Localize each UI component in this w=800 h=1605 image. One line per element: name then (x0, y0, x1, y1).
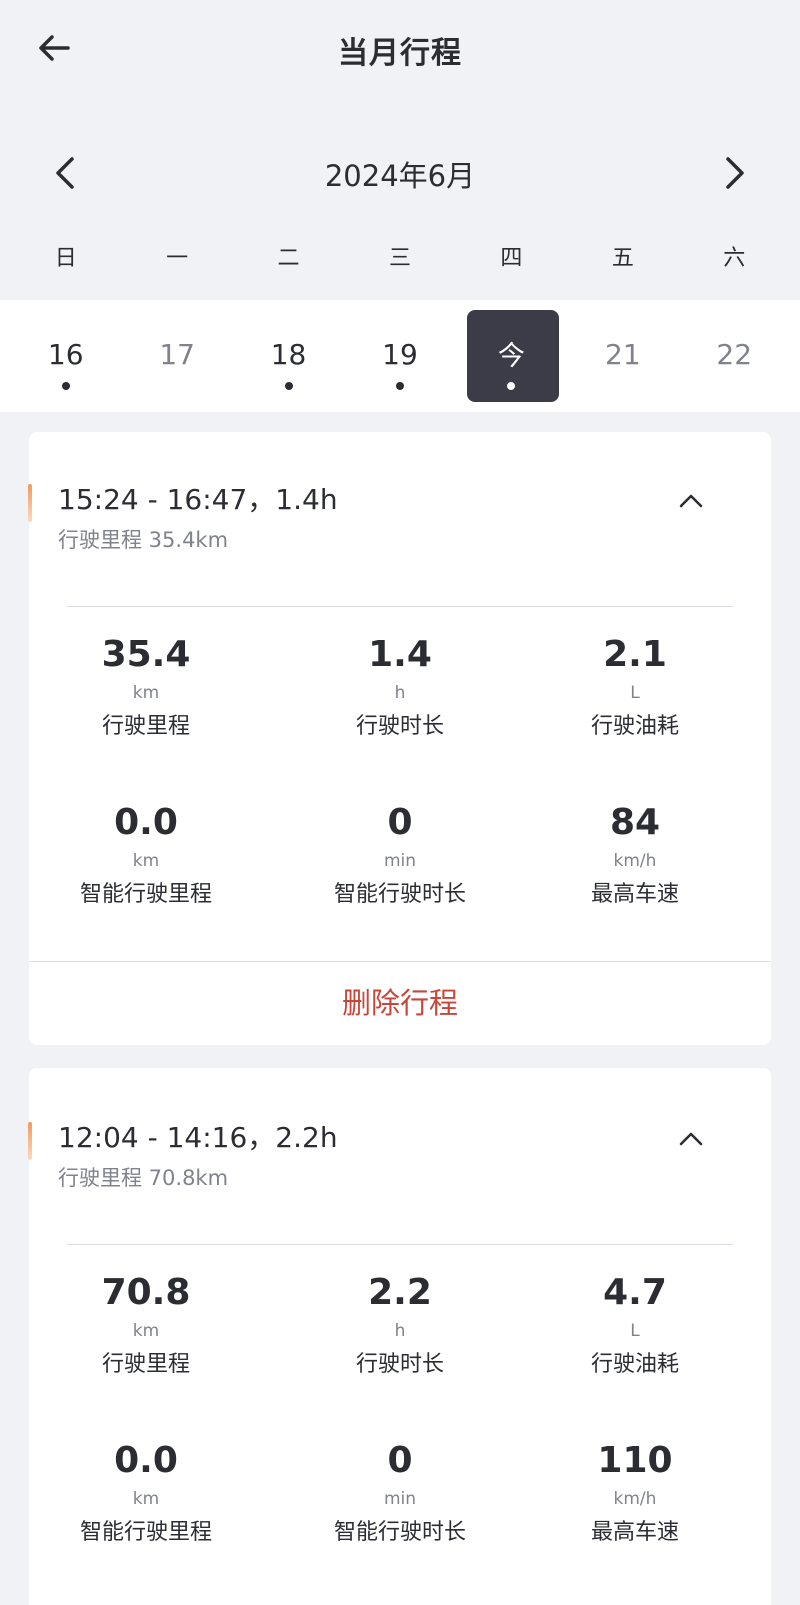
stat-value: 84 (609, 802, 661, 843)
stat-unit: min (383, 1489, 417, 1509)
stat-unit: min (383, 851, 417, 871)
weekday-label: 日 (54, 246, 77, 271)
date-number: 今 (497, 341, 525, 372)
stat-max-speed: 84 km/h 最高车速 (515, 800, 755, 910)
month-navigation: 2024年6月 (0, 145, 800, 201)
weekday-label: 一 (166, 246, 189, 271)
date-cell[interactable]: 17 (121, 300, 232, 412)
trip-accent-bar (28, 1122, 32, 1160)
stat-label: 智能行驶时长 (333, 882, 466, 907)
divider (67, 1244, 733, 1245)
stat-max-speed: 110 km/h 最高车速 (515, 1438, 755, 1548)
stat-value: 0 (387, 1440, 413, 1481)
stat-value: 70.8 (101, 1272, 191, 1313)
stat-label: 行驶油耗 (590, 1352, 679, 1377)
stat-unit: km/h (613, 851, 657, 871)
trip-distance-summary: 行驶里程 35.4km (58, 528, 229, 552)
stat-label: 行驶时长 (355, 1352, 444, 1377)
stat-unit: km (132, 1321, 160, 1341)
weekday-label: 二 (277, 246, 300, 271)
date-number: 16 (47, 338, 84, 371)
date-number: 22 (716, 338, 753, 371)
weekday-label: 六 (723, 246, 746, 271)
stat-label: 智能行驶里程 (79, 882, 212, 907)
chevron-right-icon[interactable] (720, 153, 750, 193)
delete-trip-button[interactable]: 删除行程 (29, 961, 771, 1045)
stat-value: 1.4 (368, 634, 432, 675)
trip-indicator-dot (395, 382, 404, 390)
trip-distance-summary: 行驶里程 70.8km (58, 1166, 229, 1190)
stat-fuel: 2.1 L 行驶油耗 (515, 632, 755, 742)
date-cell[interactable]: 16 (10, 300, 121, 412)
stat-value: 4.7 (603, 1272, 667, 1313)
weekday-label: 三 (388, 246, 411, 271)
stat-label: 最高车速 (590, 1520, 679, 1545)
month-label: 2024年6月 (324, 159, 476, 193)
date-number: 18 (270, 338, 307, 371)
stat-value: 35.4 (101, 634, 191, 675)
stat-duration: 2.2 h 行驶时长 (280, 1270, 520, 1380)
date-number: 19 (382, 338, 418, 371)
stat-duration: 1.4 h 行驶时长 (280, 632, 520, 742)
stat-label: 智能行驶里程 (79, 1520, 212, 1545)
weekday-label: 四 (500, 246, 523, 271)
stat-unit: km/h (613, 1489, 657, 1509)
stat-unit: km (132, 683, 160, 703)
stat-value: 0.0 (114, 1440, 178, 1481)
trip-indicator-dot (61, 382, 70, 390)
stat-smart-distance: 0.0 km 智能行驶里程 (26, 800, 266, 910)
weekday-header: 日 一 二 三 四 五 六 (10, 240, 790, 280)
stat-distance: 70.8 km 行驶里程 (26, 1270, 266, 1380)
stat-distance: 35.4 km 行驶里程 (26, 632, 266, 742)
stat-unit: h (394, 1321, 406, 1341)
chevron-up-icon[interactable] (671, 480, 711, 520)
trip-time-range: 15:24 - 16:47，1.4h (58, 483, 338, 516)
date-cell[interactable]: 21 (567, 300, 678, 412)
stat-value: 2.1 (603, 634, 667, 675)
stat-value: 110 (597, 1440, 673, 1481)
chevron-up-icon[interactable] (671, 1118, 711, 1158)
trip-card: 12:04 - 14:16，2.2h 行驶里程 70.8km 70.8 km 行… (26, 1068, 771, 1605)
stat-label: 行驶里程 (101, 714, 190, 739)
date-cell[interactable]: 19 (344, 300, 455, 412)
stat-label: 行驶油耗 (590, 714, 679, 739)
stat-unit: km (132, 851, 160, 871)
page-title: 当月行程 (338, 36, 462, 71)
trip-time-range: 12:04 - 14:16，2.2h (58, 1121, 338, 1154)
trip-indicator-dot (284, 382, 293, 390)
stat-smart-distance: 0.0 km 智能行驶里程 (26, 1438, 266, 1548)
stat-unit: h (394, 683, 406, 703)
date-cell-today[interactable]: 今 (456, 300, 567, 412)
stat-label: 行驶时长 (355, 714, 444, 739)
date-number: 21 (605, 338, 641, 371)
stat-unit: L (630, 1321, 640, 1341)
stat-value: 0.0 (114, 802, 178, 843)
stat-label: 行驶里程 (101, 1352, 190, 1377)
stat-unit: L (630, 683, 640, 703)
trip-accent-bar (28, 484, 32, 522)
date-cell[interactable]: 18 (233, 300, 344, 412)
trip-card: 15:24 - 16:47，1.4h 行驶里程 35.4km 35.4 km 行… (26, 432, 771, 1045)
header: 当月行程 (0, 0, 800, 100)
stat-smart-duration: 0 min 智能行驶时长 (280, 1438, 520, 1548)
divider (67, 606, 733, 607)
date-cell[interactable]: 22 (679, 300, 790, 412)
stat-smart-duration: 0 min 智能行驶时长 (280, 800, 520, 910)
weekday-label: 五 (611, 246, 634, 271)
stat-value: 2.2 (368, 1272, 432, 1313)
stat-label: 智能行驶时长 (333, 1520, 466, 1545)
week-date-strip: 16 17 18 19 今 21 22 (0, 300, 800, 412)
stat-unit: km (132, 1489, 160, 1509)
stat-label: 最高车速 (590, 882, 679, 907)
stat-value: 0 (387, 802, 413, 843)
stat-fuel: 4.7 L 行驶油耗 (515, 1270, 755, 1380)
date-number: 17 (159, 338, 195, 371)
